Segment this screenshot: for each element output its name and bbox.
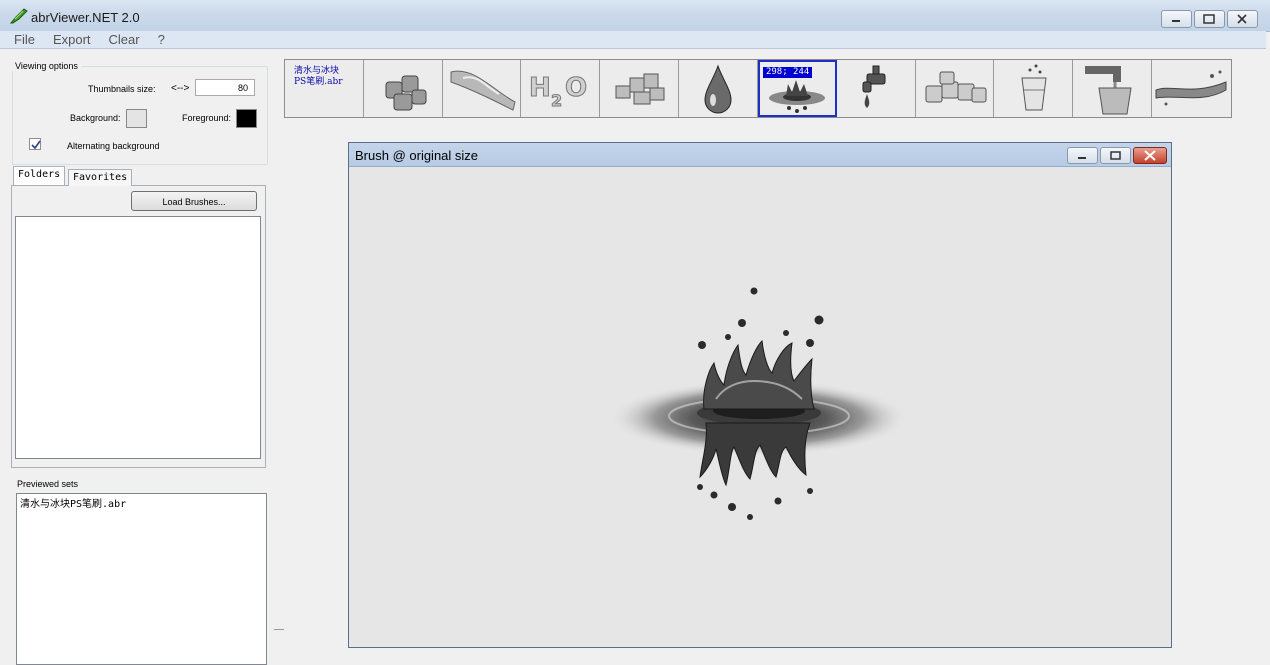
brush-close-button[interactable] — [1133, 147, 1167, 164]
minimize-button[interactable] — [1161, 10, 1192, 28]
alternating-background-label: Alternating background — [67, 141, 160, 151]
ice-pile-icon[interactable] — [600, 60, 680, 117]
splitter-handle[interactable] — [274, 629, 284, 630]
foreground-label: Foreground: — [182, 113, 232, 123]
water-splash-brush-image — [609, 287, 909, 520]
brush-minimize-button[interactable] — [1067, 147, 1098, 164]
menu-bar: File Export Clear ? — [0, 31, 1266, 49]
background-label: Background: — [70, 113, 121, 123]
thumb-size-label: Thumbnails size: — [88, 84, 156, 94]
window-title: abrViewer.NET 2.0 — [31, 10, 140, 25]
close-button[interactable] — [1227, 10, 1258, 28]
brush-window-title: Brush @ original size — [355, 148, 479, 163]
cursor-coordinates-badge: 298; 244 — [762, 67, 813, 78]
list-item[interactable]: 清水与冰块PS笔刷.abr — [20, 495, 263, 510]
water-splash-crown-icon[interactable]: 298; 244 — [757, 60, 837, 117]
tab-favorites[interactable]: Favorites — [68, 169, 133, 186]
foreground-color-swatch[interactable] — [236, 109, 257, 128]
brush-preview-window: Brush @ original size — [348, 142, 1172, 648]
water-wave-icon[interactable] — [442, 60, 522, 117]
background-color-swatch[interactable] — [126, 109, 147, 128]
brush-thumbnail-strip: 清水与冰块 PS笔刷.abr H2O 298; 244 — [284, 59, 1232, 118]
water-stream-icon[interactable] — [1152, 60, 1231, 117]
brush-maximize-button[interactable] — [1100, 147, 1131, 164]
menu-export[interactable]: Export — [43, 31, 99, 48]
tap-glass-icon[interactable] — [1073, 60, 1153, 117]
checkmark-icon — [31, 140, 41, 150]
menu-clear[interactable]: Clear — [99, 31, 148, 48]
brush-file-name-line1: 清水与冰块 — [294, 66, 340, 76]
thumb-size-arrows: <--> — [171, 83, 190, 94]
load-brushes-button[interactable]: Load Brushes... — [131, 191, 257, 211]
folder-tree[interactable] — [15, 216, 261, 459]
brush-file-name-line2: PS笔刷.abr — [294, 77, 343, 87]
ice-cubes-row-icon[interactable] — [915, 60, 995, 117]
maximize-button[interactable] — [1194, 10, 1225, 28]
brush-name-cell[interactable]: 清水与冰块 PS笔刷.abr — [285, 60, 364, 117]
thumb-size-input[interactable]: 80 — [195, 79, 255, 96]
water-drop-icon[interactable] — [679, 60, 758, 117]
alternating-background-checkbox[interactable] — [29, 138, 41, 150]
svg-text:H: H — [529, 73, 551, 103]
previewed-sets-label: Previewed sets — [17, 479, 79, 489]
glass-splash-icon[interactable] — [994, 60, 1074, 117]
tab-folders[interactable]: Folders — [13, 166, 66, 185]
ice-cubes-icon[interactable] — [363, 60, 443, 117]
brush-window-title-bar[interactable]: Brush @ original size — [349, 143, 1171, 167]
title-bar: abrViewer.NET 2.0 — [0, 0, 1270, 32]
h2o-text-icon[interactable]: H2O — [521, 60, 601, 117]
faucet-drip-icon[interactable] — [836, 60, 916, 117]
svg-text:O: O — [565, 73, 587, 103]
svg-text:2: 2 — [551, 91, 562, 110]
menu-file[interactable]: File — [4, 31, 43, 48]
app-feather-icon — [10, 8, 28, 24]
viewing-options-legend: Viewing options — [12, 61, 81, 71]
menu-help[interactable]: ? — [148, 31, 173, 48]
previewed-sets-list[interactable]: 清水与冰块PS笔刷.abr — [16, 493, 267, 665]
